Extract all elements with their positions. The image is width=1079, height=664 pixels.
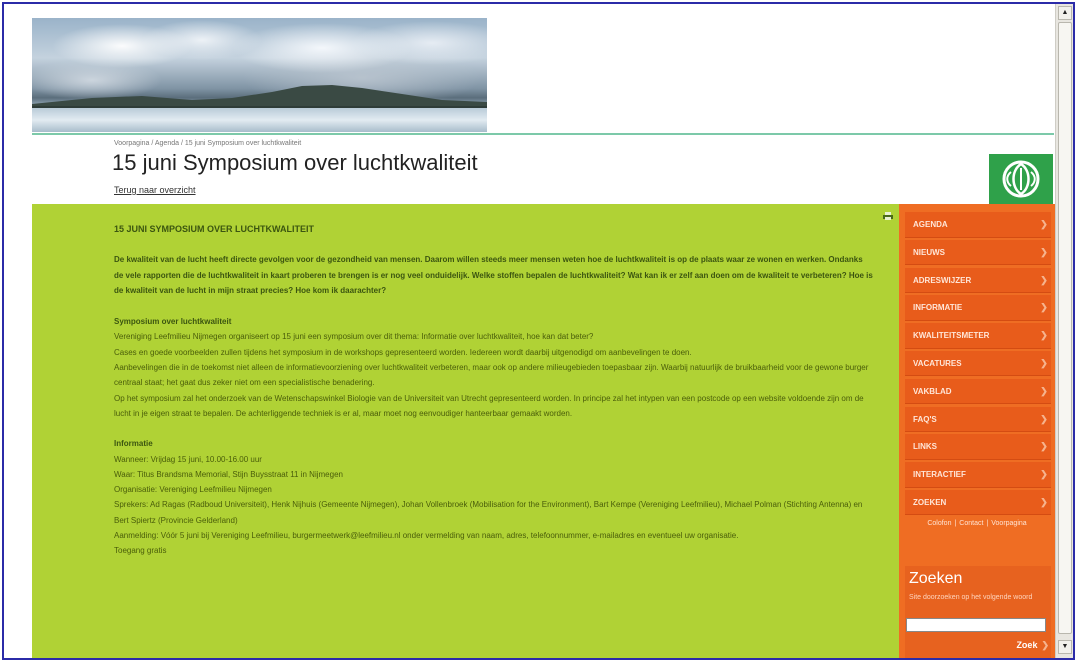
breadcrumb[interactable]: Voorpagina / Agenda / 15 juni Symposium … bbox=[114, 140, 301, 147]
info-line-waar: Waar: Titus Brandsma Memorial, Stijn Buy… bbox=[114, 469, 343, 479]
article-intro: De kwaliteit van de lucht heeft directe … bbox=[114, 255, 873, 295]
symposium-section: Symposium over luchtkwaliteit Vereniging… bbox=[114, 314, 874, 421]
search-box: Zoeken Site doorzoeken op het volgende w… bbox=[905, 566, 1051, 658]
symposium-line: Aanbevelingen die in de toekomst niet al… bbox=[114, 363, 869, 388]
chevron-right-icon: ❯ bbox=[1040, 219, 1048, 229]
menu-item-links[interactable]: LINKS ❯ bbox=[905, 434, 1051, 460]
info-line-sprekers: Sprekers: Ad Ragas (Radboud Universiteit… bbox=[114, 500, 863, 525]
chevron-right-icon: ❯ bbox=[1040, 302, 1048, 313]
chevron-right-icon: ❯ bbox=[1040, 413, 1048, 424]
menu-item-nieuws[interactable]: NIEUWS ❯ bbox=[905, 239, 1051, 266]
search-button[interactable]: Zoek ❯ bbox=[1016, 640, 1049, 651]
page-title: 15 juni Symposium over luchtkwaliteit bbox=[112, 150, 478, 175]
chevron-right-icon: ❯ bbox=[1040, 469, 1048, 480]
logo-icon[interactable] bbox=[989, 154, 1053, 204]
header-divider bbox=[32, 133, 1054, 135]
menu-item-kwaliteitsmeter[interactable]: KWALITEITSMETER ❯ bbox=[905, 323, 1051, 349]
print-icon[interactable] bbox=[883, 212, 893, 220]
search-input[interactable] bbox=[906, 618, 1046, 632]
informatie-heading: Informatie bbox=[114, 439, 153, 449]
footer-links: Colofon | Contact | Voorpagina bbox=[899, 520, 1055, 527]
chevron-right-icon: ❯ bbox=[1040, 496, 1048, 507]
menu-item-vakblad[interactable]: VAKBLAD ❯ bbox=[905, 378, 1051, 405]
menu-item-zoeken[interactable]: ZOEKEN ❯ bbox=[905, 489, 1051, 516]
symposium-line: Op het symposium zal het onderzoek van d… bbox=[114, 393, 864, 418]
chevron-right-icon: ❯ bbox=[1040, 385, 1048, 396]
header-banner-image bbox=[32, 18, 487, 132]
menu-item-label: AGENDA bbox=[913, 220, 948, 229]
vertical-scrollbar[interactable]: ▲ ▼ bbox=[1055, 4, 1073, 658]
chevron-right-icon: ❯ bbox=[1041, 640, 1049, 650]
page-viewport: Voorpagina / Agenda / 15 juni Symposium … bbox=[4, 4, 1055, 658]
symposium-heading: Symposium over luchtkwaliteit bbox=[114, 317, 232, 327]
article-heading: 15 JUNI SYMPOSIUM OVER LUCHTKWALITEIT bbox=[114, 224, 315, 234]
menu-item-agenda[interactable]: AGENDA ❯ bbox=[905, 212, 1051, 238]
search-title: Zoeken bbox=[909, 570, 963, 587]
search-button-label: Zoek bbox=[1016, 640, 1038, 650]
content-area: 15 JUNI SYMPOSIUM OVER LUCHTKWALITEIT De… bbox=[32, 204, 899, 658]
menu-item-informatie[interactable]: INFORMATIE ❯ bbox=[905, 295, 1051, 321]
menu-item-label: INFORMATIE bbox=[913, 303, 963, 313]
menu-item-label: NIEUWS bbox=[913, 247, 945, 257]
menu-item-label: LINKS bbox=[913, 442, 937, 452]
menu-item-interactief[interactable]: INTERACTIEF ❯ bbox=[905, 462, 1051, 488]
chevron-right-icon: ❯ bbox=[1040, 330, 1048, 341]
voorpagina-link[interactable]: Voorpagina bbox=[991, 520, 1026, 527]
info-line-toegang: Toegang gratis bbox=[114, 546, 167, 556]
scroll-up-icon[interactable]: ▲ bbox=[1058, 6, 1072, 20]
back-to-overview-link[interactable]: Terug naar overzicht bbox=[114, 185, 196, 195]
info-line-aanmelding: Aanmelding: Vóór 5 juni bij Vereniging L… bbox=[114, 531, 739, 541]
menu-item-label: KWALITEITSMETER bbox=[913, 331, 990, 341]
browser-frame: Voorpagina / Agenda / 15 juni Symposium … bbox=[2, 2, 1075, 660]
info-line-organisatie: Organisatie: Vereniging Leefmilieu Nijme… bbox=[114, 485, 272, 495]
chevron-right-icon: ❯ bbox=[1040, 246, 1048, 257]
colofon-link[interactable]: Colofon bbox=[927, 520, 951, 527]
info-line-wanneer: Wanneer: Vrijdag 15 juni, 10.00-16.00 uu… bbox=[114, 454, 262, 464]
sidebar: AGENDA ❯ NIEUWS ❯ ADRESWIJZER ❯ INFORMATIE ❯… bbox=[899, 204, 1055, 658]
main-menu: AGENDA ❯ NIEUWS ❯ ADRESWIJZER ❯ INFORMATIE ❯… bbox=[905, 212, 1051, 518]
symposium-line: Cases en goede voorbeelden zullen tijden… bbox=[114, 347, 692, 357]
informatie-section: Informatie Wanneer: Vrijdag 15 juni, 10.… bbox=[114, 436, 874, 558]
scrollbar-thumb[interactable] bbox=[1058, 22, 1072, 634]
search-description: Site doorzoeken op het volgende woord bbox=[909, 594, 1033, 601]
chevron-right-icon: ❯ bbox=[1040, 274, 1048, 285]
menu-item-label: VAKBLAD bbox=[913, 386, 952, 396]
scroll-down-icon[interactable]: ▼ bbox=[1058, 640, 1072, 654]
contact-link[interactable]: Contact bbox=[959, 520, 983, 527]
article: 15 JUNI SYMPOSIUM OVER LUCHTKWALITEIT De… bbox=[114, 222, 874, 574]
menu-item-label: FAQ'S bbox=[913, 414, 937, 424]
menu-item-label: INTERACTIEF bbox=[913, 470, 966, 480]
symposium-line: Vereniging Leefmilieu Nijmegen organisee… bbox=[114, 332, 594, 342]
menu-item-label: ZOEKEN bbox=[913, 497, 947, 507]
menu-item-faqs[interactable]: FAQ'S ❯ bbox=[905, 406, 1051, 433]
chevron-right-icon: ❯ bbox=[1040, 357, 1048, 368]
menu-item-vacatures[interactable]: VACATURES ❯ bbox=[905, 350, 1051, 377]
menu-item-adreswijzer[interactable]: ADRESWIJZER ❯ bbox=[905, 267, 1051, 294]
chevron-right-icon: ❯ bbox=[1040, 441, 1048, 452]
menu-item-label: VACATURES bbox=[913, 358, 962, 368]
menu-item-label: ADRESWIJZER bbox=[913, 275, 972, 285]
